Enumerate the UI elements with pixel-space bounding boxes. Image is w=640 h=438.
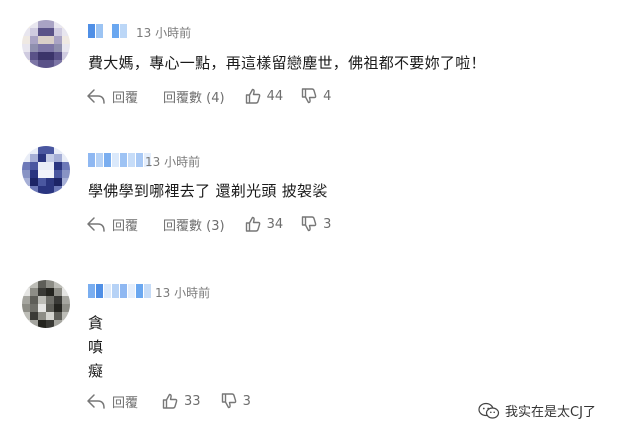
like-count: 44 (266, 88, 284, 104)
view-replies-label: 回覆數 (4) (163, 90, 225, 106)
comment-actions: 回覆 回覆數 (3) 34 3 (86, 214, 331, 234)
username-pixelated[interactable] (88, 153, 151, 167)
comment-actions: 回覆 回覆數 (4) 44 4 (86, 86, 331, 106)
dislike-count: 3 (242, 393, 251, 409)
comment-text: 嗔 (88, 338, 104, 356)
dislike-count: 4 (323, 88, 332, 104)
reply-arrow-icon (87, 217, 105, 232)
username-pixelated[interactable] (88, 24, 127, 38)
dislike-button[interactable]: 3 (221, 393, 251, 409)
avatar[interactable] (22, 146, 70, 194)
reply-arrow-icon (87, 89, 105, 104)
like-button[interactable]: 34 (245, 216, 284, 232)
timestamp: 13 小時前 (136, 26, 192, 40)
thumbs-down-icon (301, 88, 317, 104)
comment-actions: 回覆 33 3 (86, 391, 251, 411)
reply-button[interactable]: 回覆 (86, 215, 138, 234)
comment-text: 學佛學到哪裡去了 還剃光頭 披袈裟 (88, 182, 328, 200)
thumbs-up-icon (162, 393, 178, 409)
reply-arrow-icon (87, 394, 105, 409)
reply-label: 回覆 (112, 218, 139, 234)
username-pixelated[interactable] (88, 284, 151, 298)
reply-label: 回覆 (112, 90, 139, 106)
comment-text: 費大媽，專心一點，再這樣留戀塵世，佛祖都不要妳了啦！ (88, 54, 486, 72)
comment-text: 貪 (88, 314, 104, 332)
watermark: 我实在是太CJ了 (478, 401, 596, 420)
wechat-icon (478, 402, 500, 419)
like-button[interactable]: 33 (162, 393, 201, 409)
reply-button[interactable]: 回覆 (86, 392, 138, 411)
dislike-button[interactable]: 3 (301, 216, 331, 232)
avatar[interactable] (22, 20, 70, 68)
view-replies-button[interactable]: 回覆數 (4) (163, 87, 225, 106)
thumbs-up-icon (245, 216, 260, 232)
view-replies-button[interactable]: 回覆數 (3) (163, 215, 225, 234)
thumbs-up-icon (245, 88, 260, 104)
watermark-text: 我实在是太CJ了 (505, 405, 596, 420)
thumbs-down-icon (301, 216, 317, 232)
avatar[interactable] (22, 280, 70, 328)
like-count: 34 (266, 216, 284, 232)
like-button[interactable]: 44 (245, 88, 284, 104)
view-replies-label: 回覆數 (3) (163, 218, 225, 234)
thumbs-down-icon (221, 393, 236, 409)
comment-text: 癡 (88, 362, 104, 380)
reply-button[interactable]: 回覆 (86, 87, 138, 106)
dislike-button[interactable]: 4 (301, 88, 331, 104)
timestamp: 13 小時前 (155, 286, 211, 300)
timestamp: 13 小時前 (145, 155, 201, 169)
like-count: 33 (184, 393, 201, 409)
dislike-count: 3 (323, 216, 332, 232)
reply-label: 回覆 (112, 395, 139, 411)
